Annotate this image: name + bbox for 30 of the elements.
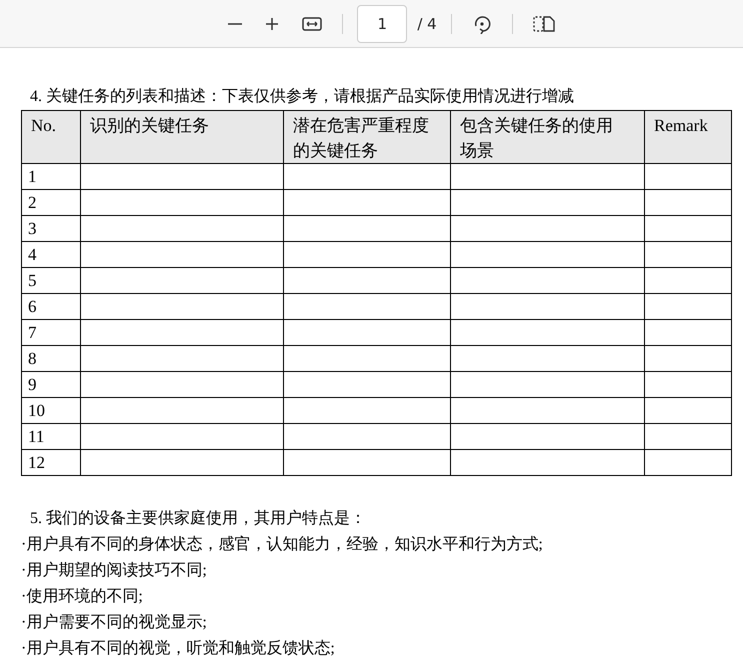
column-header: No.: [22, 110, 80, 164]
row-number: 6: [22, 294, 80, 320]
row-number: 5: [22, 268, 80, 294]
row-number: 3: [22, 216, 80, 242]
section-heading: 4. 关键任务的列表和描述：下表仅供参考，请根据产品实际使用情况进行增减: [30, 86, 575, 107]
column-header: 识别的关键任务: [80, 110, 284, 164]
section-heading: 5. 我们的设备主要供家庭使用，其用户特点是：: [30, 508, 367, 529]
column-header: Remark: [644, 110, 732, 164]
fit-width-icon: [302, 16, 322, 32]
row-number: 1: [22, 164, 80, 190]
row-number: 8: [22, 346, 80, 372]
minus-icon: [228, 22, 242, 24]
column-header: 潜在危害严重程度的关键任务: [284, 110, 450, 164]
row-number: 11: [22, 424, 80, 450]
list-item: ·使用环境的不同;: [21, 586, 144, 607]
list-item: ·用户需要不同的视觉显示;: [21, 612, 208, 633]
row-number: 7: [22, 320, 80, 346]
list-item: ·用户具有不同的身体状态，感官，认知能力，经验，知识水平和行为方式;: [21, 534, 544, 555]
row-number: 2: [22, 190, 80, 216]
row-number: 9: [22, 372, 80, 398]
page-total: / 4: [417, 14, 437, 32]
row-number: 10: [22, 398, 80, 424]
row-number: 12: [22, 450, 80, 476]
two-page-icon: [532, 14, 555, 32]
page-number-field[interactable]: 1: [357, 4, 408, 42]
row-number: 4: [22, 242, 80, 268]
list-item: ·用户期望的阅读技巧不同;: [21, 560, 208, 581]
list-item: ·用户具有不同的视觉，听觉和触觉反馈状态;: [21, 638, 336, 659]
plus-icon: [264, 16, 280, 32]
column-header: 包含关键任务的使用场景: [450, 110, 644, 164]
